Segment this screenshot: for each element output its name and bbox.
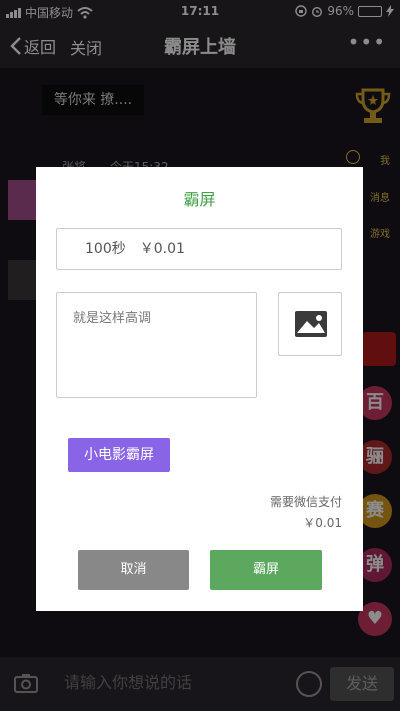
screen-takeover-dialog: 霸屏 100秒 ￥0.01 就是这样高调 小电影霸屏 需要微信支付 ￥0.01 … xyxy=(36,167,363,611)
duration-price-select[interactable]: 100秒 ￥0.01 xyxy=(56,228,342,270)
cancel-button[interactable]: 取消 xyxy=(78,550,189,590)
movie-takeover-button[interactable]: 小电影霸屏 xyxy=(68,438,170,472)
payment-amount: ￥0.01 xyxy=(303,516,342,530)
confirm-takeover-button[interactable]: 霸屏 xyxy=(210,550,322,590)
payment-note: 需要微信支付 xyxy=(269,495,342,509)
image-icon xyxy=(295,311,327,337)
add-image-button[interactable] xyxy=(278,292,342,356)
message-textarea[interactable]: 就是这样高调 xyxy=(56,292,257,398)
dialog-title: 霸屏 xyxy=(183,190,216,209)
